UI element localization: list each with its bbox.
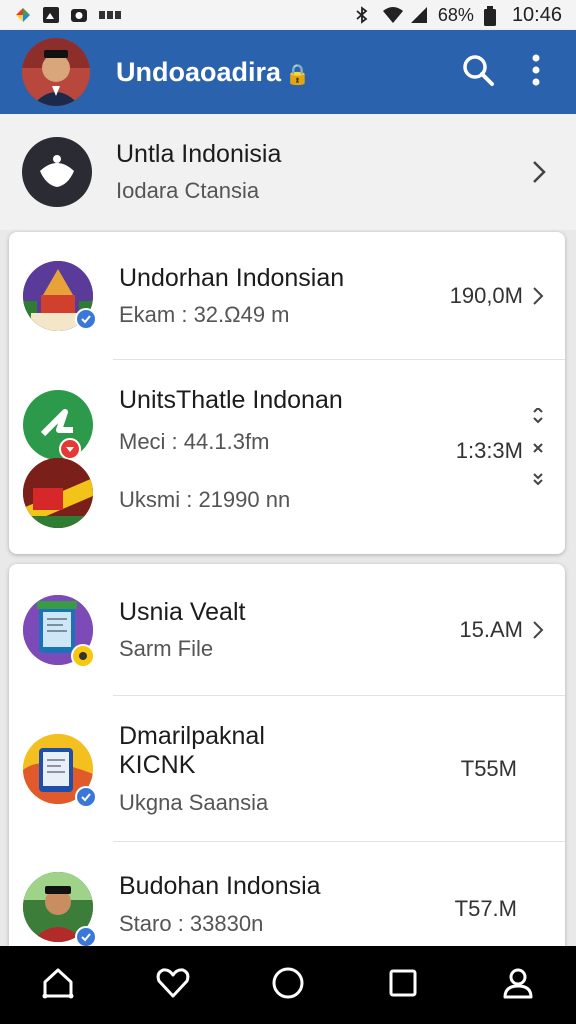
- item-title: UnitsThatle Indonan: [119, 386, 343, 414]
- app-logo-icon: [22, 137, 92, 207]
- clock: 10:46: [511, 3, 562, 26]
- verified-badge-icon: [75, 786, 97, 808]
- item-title: Undorhan Indonsian: [119, 263, 345, 292]
- list-item[interactable]: Usnia Vealt Sarm File 15.AM: [9, 564, 565, 696]
- battery-percent: 68%: [437, 4, 474, 25]
- item-subtitle: Iodara Ctansia: [116, 178, 260, 204]
- item-subtitle: Sarm File: [119, 636, 214, 662]
- item-subtitle: Ekam : 32.Ω49 m: [119, 302, 290, 328]
- item-size: T57.M: [454, 896, 517, 921]
- alert-badge-icon: [59, 438, 81, 460]
- avatar[interactable]: [22, 38, 90, 106]
- list-card-2: Usnia Vealt Sarm File 15.AM Dmarilpaknal…: [9, 564, 565, 964]
- wifi-icon: [382, 6, 403, 24]
- search-icon: [461, 53, 495, 92]
- item-title: Dmarilpaknal: [119, 722, 265, 751]
- expand-arrows-icon[interactable]: [529, 408, 547, 488]
- person-icon: [500, 965, 536, 1006]
- heart-icon: [155, 965, 191, 1006]
- item-size: 190,0M: [449, 283, 523, 308]
- top-list-item[interactable]: Untla Indonisia Iodara Ctansia: [0, 114, 576, 230]
- app-bar: Undoaoadira 🔒: [0, 30, 576, 114]
- item-title: Budohan Indonsia: [119, 872, 321, 900]
- camera-icon: [70, 6, 88, 24]
- status-bar: 68% 10:46: [0, 0, 576, 30]
- bottom-navigation: [0, 946, 576, 1024]
- chevron-right-icon: [530, 161, 548, 183]
- list-item[interactable]: Undorhan Indonsian Ekam : 32.Ω49 m 190,0…: [9, 232, 565, 360]
- item-size: 15.AM: [459, 617, 523, 642]
- gallery-icon: [42, 6, 60, 24]
- signal-icon: [410, 6, 428, 24]
- nav-home-button[interactable]: [28, 955, 88, 1015]
- overflow-menu-button[interactable]: [514, 50, 558, 94]
- list-item[interactable]: UnitsThatle Indonan Meci : 44.1.3fm Uksm…: [9, 360, 565, 554]
- circle-icon: [270, 965, 306, 1006]
- item-subtitle: Ukgna Saansia: [119, 789, 269, 815]
- pinwheel-icon: [14, 6, 32, 24]
- notification-icon: [98, 6, 121, 24]
- app-title: Undoaoadira 🔒: [116, 56, 310, 87]
- nav-favorites-button[interactable]: [143, 955, 203, 1015]
- item-subtitle: Staro : 33830n: [119, 910, 264, 936]
- item-subtitle: Meci : 44.1.3fm: [119, 428, 270, 454]
- nav-circle-button[interactable]: [258, 955, 318, 1015]
- chevron-right-icon: [529, 285, 547, 307]
- battery-icon: [483, 6, 502, 26]
- more-vert-icon: [531, 54, 541, 91]
- nav-recents-button[interactable]: [373, 955, 433, 1015]
- item-size: 1:3:3M: [455, 438, 523, 463]
- nav-profile-button[interactable]: [488, 955, 548, 1015]
- verified-badge-icon: [75, 926, 97, 948]
- item-subtitle-secondary: Uksmi : 21990 nn: [119, 486, 291, 512]
- app-title-badge: 🔒: [285, 63, 310, 86]
- list-card-1: Undorhan Indonsian Ekam : 32.Ω49 m 190,0…: [9, 232, 565, 554]
- search-button[interactable]: [456, 50, 500, 94]
- flag-thumbnail-icon: [23, 458, 93, 528]
- home-icon: [40, 965, 76, 1006]
- item-title-secondary: KICNK: [119, 751, 196, 779]
- bluetooth-icon: [354, 6, 372, 24]
- list-item[interactable]: Dmarilpaknal KICNK Ukgna Saansia T55M: [9, 696, 565, 842]
- chevron-right-icon: [529, 619, 547, 641]
- star-badge-icon: [71, 644, 95, 668]
- item-title: Usnia Vealt: [119, 597, 246, 626]
- item-size: T55M: [460, 756, 517, 781]
- app-check-icon: [23, 390, 93, 460]
- square-icon: [387, 967, 419, 1004]
- verified-badge-icon: [75, 308, 97, 330]
- item-title: Untla Indonisia: [116, 139, 282, 168]
